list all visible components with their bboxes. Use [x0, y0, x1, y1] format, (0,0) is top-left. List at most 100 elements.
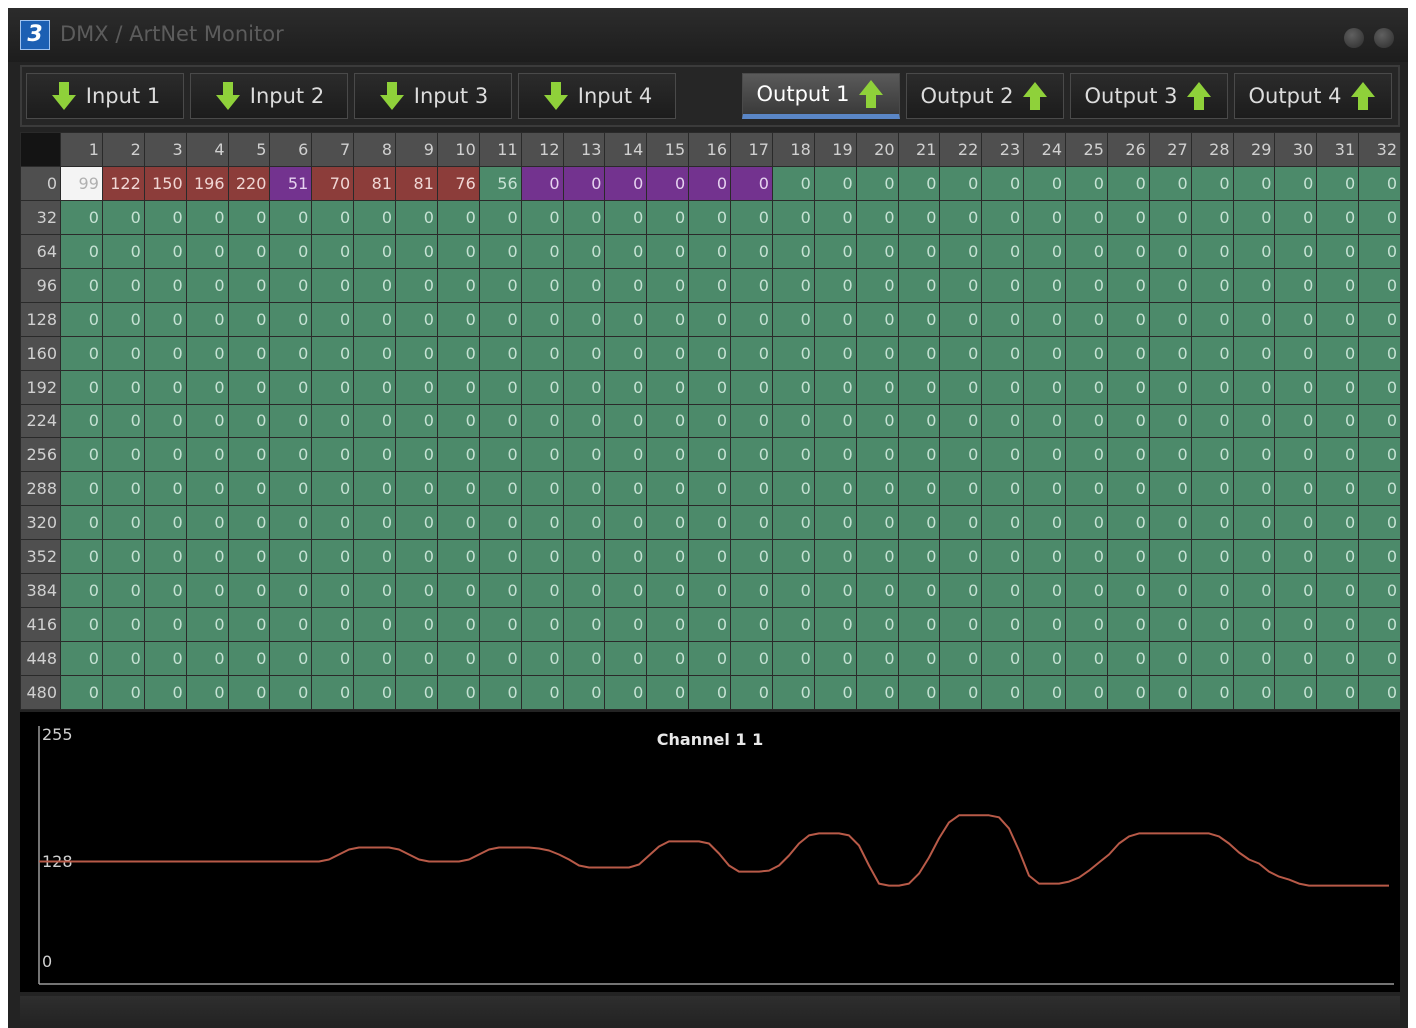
channel-cell[interactable]: 0: [813, 165, 857, 201]
channel-cell[interactable]: 0: [185, 403, 229, 439]
channel-cell[interactable]: 0: [688, 267, 731, 303]
channel-cell[interactable]: 0: [520, 369, 564, 405]
channel-cell[interactable]: 0: [688, 607, 731, 643]
channel-cell[interactable]: 0: [1316, 641, 1360, 676]
channel-cell[interactable]: 0: [1065, 675, 1108, 710]
channel-cell[interactable]: 0: [855, 369, 899, 405]
channel-cell[interactable]: 0: [730, 607, 773, 643]
channel-cell[interactable]: 0: [101, 369, 145, 405]
channel-cell[interactable]: 0: [1065, 369, 1108, 405]
channel-cell[interactable]: 0: [1232, 403, 1276, 439]
channel-cell[interactable]: 0: [311, 335, 355, 371]
channel-cell[interactable]: 0: [478, 539, 522, 575]
channel-cell[interactable]: 0: [813, 335, 857, 371]
tab-output-3[interactable]: Output 3: [1070, 73, 1228, 119]
channel-cell[interactable]: 0: [60, 641, 103, 676]
channel-cell[interactable]: 0: [1190, 267, 1234, 303]
channel-cell[interactable]: 0: [813, 505, 857, 541]
channel-cell[interactable]: 0: [1316, 471, 1360, 507]
channel-cell[interactable]: 0: [1358, 539, 1401, 575]
channel-cell[interactable]: 0: [1023, 607, 1066, 643]
channel-cell[interactable]: 0: [1316, 607, 1360, 643]
channel-cell[interactable]: 0: [855, 539, 899, 575]
channel-cell[interactable]: 0: [520, 165, 564, 201]
tab-input-2[interactable]: Input 2: [190, 73, 348, 119]
channel-cell[interactable]: 0: [227, 437, 271, 473]
channel-cell[interactable]: 0: [1023, 369, 1066, 405]
channel-cell[interactable]: 0: [688, 471, 731, 507]
channel-cell[interactable]: 0: [897, 675, 941, 710]
channel-cell[interactable]: 0: [311, 233, 355, 269]
channel-cell[interactable]: 0: [604, 675, 648, 710]
channel-cell[interactable]: 0: [1232, 199, 1276, 235]
channel-cell[interactable]: 0: [311, 641, 355, 676]
channel-cell[interactable]: 0: [1023, 403, 1066, 439]
channel-cell[interactable]: 0: [353, 471, 396, 507]
channel-cell[interactable]: 0: [1106, 437, 1150, 473]
channel-cell[interactable]: 0: [520, 267, 564, 303]
channel-cell[interactable]: 0: [897, 437, 941, 473]
channel-cell[interactable]: 0: [436, 267, 480, 303]
channel-cell[interactable]: 0: [897, 607, 941, 643]
channel-cell[interactable]: 0: [1106, 607, 1150, 643]
channel-cell[interactable]: 0: [1358, 369, 1401, 405]
channel-cell[interactable]: 0: [1190, 471, 1234, 507]
channel-cell[interactable]: 0: [269, 471, 313, 507]
channel-cell[interactable]: 0: [143, 675, 187, 710]
channel-cell[interactable]: 0: [688, 505, 731, 541]
channel-cell[interactable]: 0: [143, 607, 187, 643]
channel-cell[interactable]: 0: [897, 471, 941, 507]
channel-cell[interactable]: 0: [771, 675, 815, 710]
channel-cell[interactable]: 0: [604, 437, 648, 473]
channel-cell[interactable]: 0: [478, 607, 522, 643]
channel-cell[interactable]: 0: [730, 267, 773, 303]
channel-cell[interactable]: 0: [395, 471, 438, 507]
channel-cell[interactable]: 0: [185, 301, 229, 337]
channel-cell[interactable]: 0: [227, 199, 271, 235]
channel-cell[interactable]: 0: [855, 573, 899, 609]
channel-cell[interactable]: 0: [646, 675, 690, 710]
channel-cell[interactable]: 0: [436, 233, 480, 269]
channel-cell[interactable]: 0: [185, 573, 229, 609]
channel-cell[interactable]: 0: [771, 573, 815, 609]
channel-cell[interactable]: 0: [353, 301, 396, 337]
channel-cell[interactable]: 0: [60, 301, 103, 337]
channel-cell[interactable]: 0: [855, 301, 899, 337]
channel-cell[interactable]: 0: [1232, 573, 1276, 609]
channel-cell[interactable]: 0: [60, 539, 103, 575]
channel-cell[interactable]: 0: [1232, 369, 1276, 405]
channel-cell[interactable]: 0: [855, 165, 899, 201]
channel-cell[interactable]: 0: [981, 369, 1025, 405]
channel-cell[interactable]: 0: [101, 335, 145, 371]
channel-cell[interactable]: 0: [269, 539, 313, 575]
channel-cell[interactable]: 0: [143, 233, 187, 269]
channel-cell[interactable]: 0: [897, 505, 941, 541]
channel-cell[interactable]: 0: [311, 369, 355, 405]
channel-cell[interactable]: 0: [227, 471, 271, 507]
channel-cell[interactable]: 0: [939, 641, 983, 676]
channel-cell[interactable]: 0: [604, 607, 648, 643]
channel-cell[interactable]: 0: [771, 335, 815, 371]
channel-cell[interactable]: 0: [562, 471, 606, 507]
channel-cell[interactable]: 0: [436, 199, 480, 235]
channel-cell[interactable]: 0: [478, 233, 522, 269]
channel-cell[interactable]: 0: [185, 267, 229, 303]
channel-cell[interactable]: 0: [771, 369, 815, 405]
channel-cell[interactable]: 0: [436, 335, 480, 371]
channel-cell[interactable]: 0: [436, 505, 480, 541]
channel-cell[interactable]: 0: [1232, 607, 1276, 643]
channel-cell[interactable]: 0: [688, 641, 731, 676]
channel-cell[interactable]: 0: [1358, 675, 1401, 710]
channel-cell[interactable]: 0: [855, 437, 899, 473]
channel-cell[interactable]: 0: [143, 539, 187, 575]
channel-cell[interactable]: 0: [1316, 539, 1360, 575]
channel-cell[interactable]: 0: [311, 505, 355, 541]
channel-cell[interactable]: 0: [101, 403, 145, 439]
channel-cell[interactable]: 0: [227, 505, 271, 541]
tab-input-4[interactable]: Input 4: [518, 73, 676, 119]
channel-cell[interactable]: 0: [1358, 505, 1401, 541]
channel-cell[interactable]: 0: [646, 369, 690, 405]
channel-cell[interactable]: 0: [939, 505, 983, 541]
channel-cell[interactable]: 0: [939, 165, 983, 201]
channel-cell[interactable]: 0: [1274, 675, 1318, 710]
